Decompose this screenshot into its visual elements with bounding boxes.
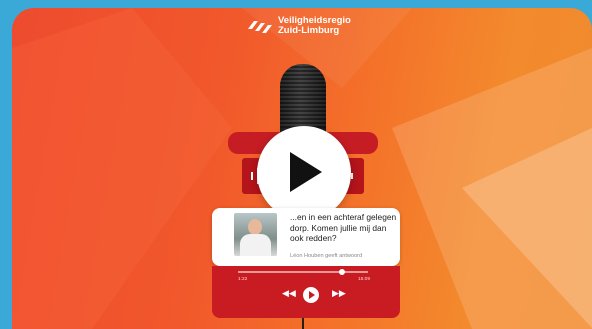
rewind-icon[interactable]: ◀◀ xyxy=(282,288,296,299)
audio-play-button[interactable] xyxy=(303,287,319,303)
time-total: 15:09 xyxy=(358,277,371,282)
progress-track[interactable] xyxy=(238,269,368,275)
logo-text: Veiligheidsregio Zuid-Limburg xyxy=(278,16,351,36)
progress-knob[interactable] xyxy=(339,269,345,275)
microphone-cable xyxy=(302,318,304,329)
play-icon xyxy=(290,152,322,192)
logo-mark-icon xyxy=(248,21,272,33)
brand-logo: Veiligheidsregio Zuid-Limburg xyxy=(246,16,351,36)
avatar-head xyxy=(248,219,262,235)
message-text: ...en in een achteraf gelegen dorp. Kome… xyxy=(290,212,397,243)
microphone-grille xyxy=(280,64,326,128)
audio-player: 1:22 15:09 ◀◀ ▶▶ xyxy=(212,266,400,318)
time-elapsed: 1:22 xyxy=(238,277,248,282)
avatar-body xyxy=(240,234,271,256)
message-card: ...en in een achteraf gelegen dorp. Kome… xyxy=(212,208,400,266)
video-play-button[interactable] xyxy=(257,126,351,220)
logo-line-2: Zuid-Limburg xyxy=(278,25,340,36)
video-thumbnail[interactable]: Veiligheidsregio Zuid-Limburg ...en in e… xyxy=(12,8,592,329)
avatar xyxy=(234,213,277,256)
forward-icon[interactable]: ▶▶ xyxy=(332,288,346,299)
message-subtext: Léon Houben geeft antwoord xyxy=(290,253,363,259)
